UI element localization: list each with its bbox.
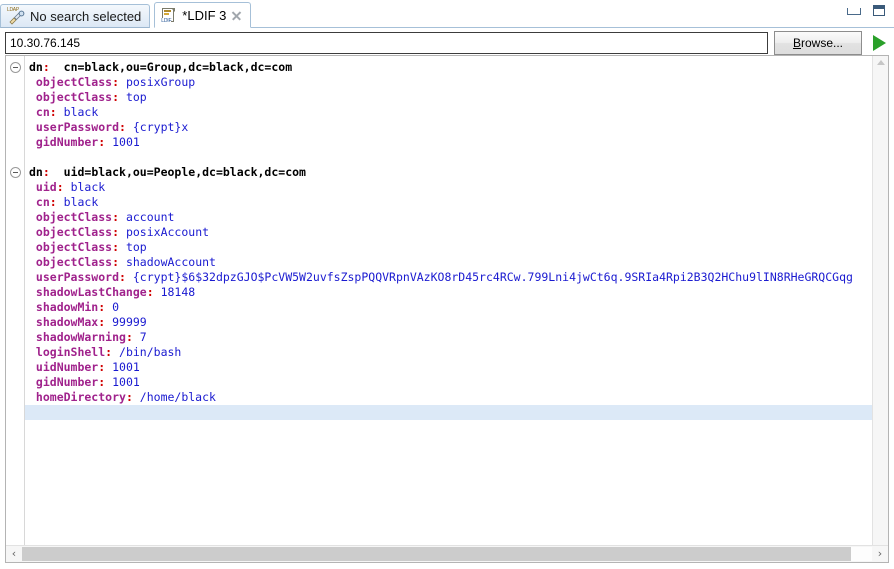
ldif-attribute-line: uidNumber: 1001 xyxy=(29,360,872,375)
close-icon[interactable] xyxy=(231,10,242,21)
ldif-attribute-line: objectClass: account xyxy=(29,210,872,225)
code-area[interactable]: dn: cn=black,ou=Group,dc=black,dc=com ob… xyxy=(25,56,872,545)
ldif-attribute-line: shadowLastChange: 18148 xyxy=(29,285,872,300)
fold-gutter xyxy=(6,56,25,545)
tab-no-search-selected[interactable]: LDAP No search selected xyxy=(0,4,150,28)
ldif-blank-line xyxy=(29,150,872,165)
ldif-editor: dn: cn=black,ou=Group,dc=black,dc=com ob… xyxy=(5,55,889,563)
ldif-attribute-line: cn: black xyxy=(29,105,872,120)
ldif-editor-window: LDAP No search selected LDIF *LDIF 3 xyxy=(0,0,894,569)
maximize-button[interactable] xyxy=(872,4,888,18)
ldif-attribute-line: cn: black xyxy=(29,195,872,210)
ldif-attribute-line: objectClass: posixAccount xyxy=(29,225,872,240)
tab-bar: LDAP No search selected LDIF *LDIF 3 xyxy=(0,0,894,28)
tab-label: *LDIF 3 xyxy=(182,9,226,22)
ldif-dn-line: dn: cn=black,ou=Group,dc=black,dc=com xyxy=(29,60,872,75)
scroll-right-icon[interactable]: › xyxy=(872,547,888,561)
ldif-attribute-line: shadowWarning: 7 xyxy=(29,330,872,345)
minimize-icon xyxy=(847,8,861,15)
ldif-attribute-line: homeDirectory: /home/black xyxy=(29,390,872,405)
fold-marker-entry-2[interactable] xyxy=(10,167,21,178)
ldif-attribute-line: objectClass: top xyxy=(29,90,872,105)
minimize-button[interactable] xyxy=(846,4,862,18)
ldif-attribute-line: shadowMin: 0 xyxy=(29,300,872,315)
window-controls xyxy=(846,4,888,18)
ldif-attribute-line: objectClass: top xyxy=(29,240,872,255)
ldif-attribute-line: shadowMax: 99999 xyxy=(29,315,872,330)
horizontal-scrollbar[interactable]: ‹ › xyxy=(6,545,888,562)
ldif-attribute-line: objectClass: posixGroup xyxy=(29,75,872,90)
maximize-icon xyxy=(873,5,885,16)
ldif-attribute-line: gidNumber: 1001 xyxy=(29,135,872,150)
ldif-attribute-line: objectClass: shadowAccount xyxy=(29,255,872,270)
ldif-attribute-line: gidNumber: 1001 xyxy=(29,375,872,390)
browse-button-label: Browse... xyxy=(793,36,843,50)
editor-body: dn: cn=black,ou=Group,dc=black,dc=com ob… xyxy=(6,56,888,545)
scroll-up-icon[interactable] xyxy=(877,60,885,65)
ldif-attribute-line: uid: black xyxy=(29,180,872,195)
ldif-attribute-line: loginShell: /bin/bash xyxy=(29,345,872,360)
ldif-content: dn: cn=black,ou=Group,dc=black,dc=com ob… xyxy=(25,56,872,405)
ldap-search-icon: LDAP xyxy=(7,8,25,25)
run-button[interactable] xyxy=(868,31,890,55)
ldif-dn-line: dn: uid=black,ou=People,dc=black,dc=com xyxy=(29,165,872,180)
ldif-document-icon: LDIF xyxy=(161,7,177,24)
fold-marker-entry-1[interactable] xyxy=(10,62,21,73)
browse-button[interactable]: Browse... xyxy=(774,31,862,55)
ldif-attribute-line: userPassword: {crypt}$6$32dpzGJO$PcVW5W2… xyxy=(29,270,872,285)
ldap-host-input[interactable] xyxy=(5,32,768,54)
current-line-highlight xyxy=(25,405,872,420)
play-icon xyxy=(873,35,886,51)
tab-ldif-3[interactable]: LDIF *LDIF 3 xyxy=(154,2,251,28)
vertical-scrollbar[interactable] xyxy=(872,56,888,545)
browse-mnemonic: B xyxy=(793,36,801,50)
tab-label: No search selected xyxy=(30,10,141,23)
tab-bar-filler xyxy=(251,1,894,28)
horizontal-scroll-track[interactable] xyxy=(22,547,872,561)
horizontal-scroll-thumb[interactable] xyxy=(22,547,851,561)
connection-toolbar: Browse... xyxy=(0,28,894,58)
scroll-left-icon[interactable]: ‹ xyxy=(6,547,22,561)
ldif-attribute-line: userPassword: {crypt}x xyxy=(29,120,872,135)
